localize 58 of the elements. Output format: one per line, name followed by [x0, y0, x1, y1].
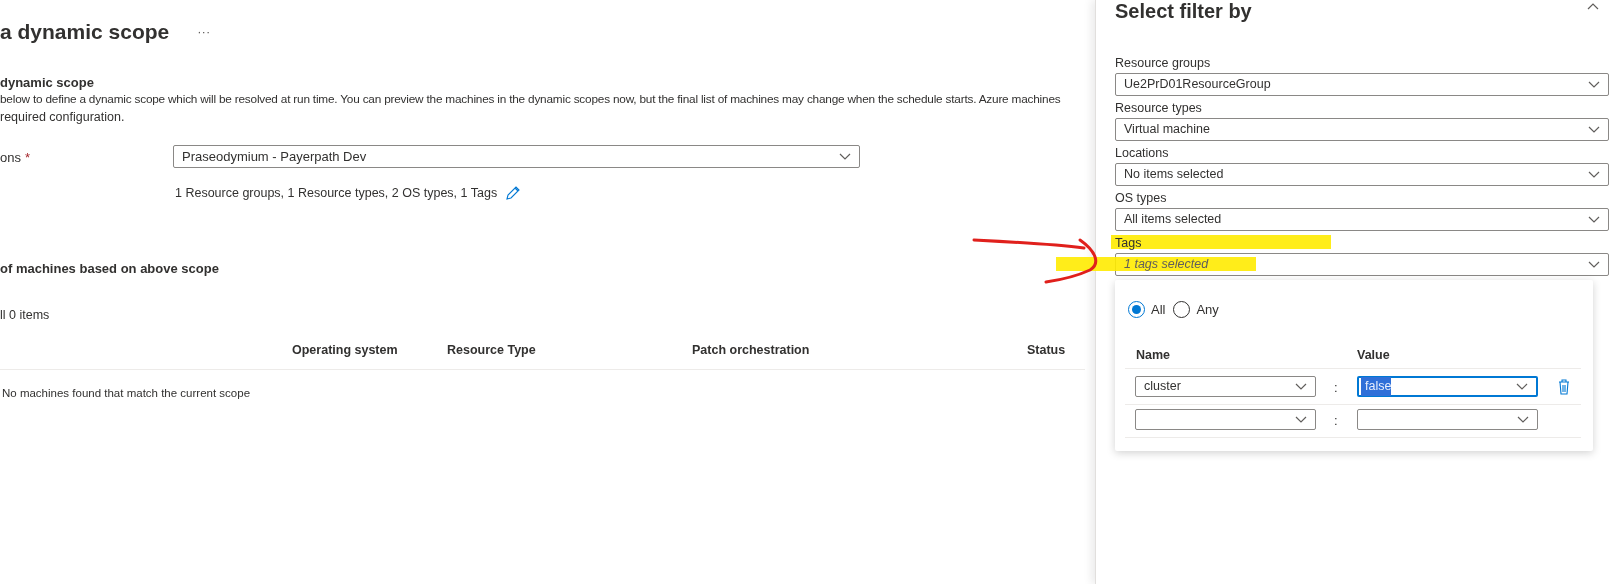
description-text: below to define a dynamic scope which will be resolved at run time. You can preview the machines in the dynamic scopes now, but the final list of machines may change when the schedule starts. Azure machines — [0, 91, 1061, 108]
filter-dropdown[interactable]: Virtual machine — [1115, 118, 1609, 141]
chevron-down-icon — [1295, 415, 1307, 424]
column-header: Name — [1136, 347, 1171, 364]
pencil-icon[interactable] — [505, 185, 522, 202]
trash-icon[interactable] — [1558, 379, 1570, 395]
filter-summary: 1 Resource groups, 1 Resource types, 2 OS types, 1 Tags — [175, 185, 498, 202]
tag-value-dropdown[interactable] — [1357, 409, 1538, 430]
chevron-down-icon — [1588, 260, 1600, 269]
section-heading: dynamic scope — [0, 74, 94, 92]
filter-label: Tags — [1115, 234, 1142, 252]
dropdown-value: No items selected — [1124, 166, 1224, 184]
page-title: a dynamic scope — [0, 19, 170, 45]
column-header: Patch orchestration — [692, 342, 810, 359]
chevron-down-icon — [1588, 215, 1600, 224]
section-heading: of machines based on above scope — [0, 260, 219, 278]
dropdown-value: 1 tags selected — [1124, 256, 1209, 274]
filter-dropdown[interactable]: Ue2PrD01ResourceGroup — [1115, 73, 1609, 96]
subscription-dropdown[interactable]: Praseodymium - Payerpath Dev — [173, 145, 860, 168]
radio-option[interactable]: Any — [1173, 300, 1219, 320]
field-label: ons — [0, 149, 21, 167]
column-header: Resource Type — [447, 342, 536, 359]
required-mark: * — [24, 149, 31, 167]
separator-text: : — [1334, 412, 1338, 430]
filter-label: OS types — [1115, 189, 1167, 207]
item-count: ll 0 items — [0, 307, 50, 324]
column-header: Operating system — [292, 342, 398, 359]
column-header: Status — [1027, 342, 1066, 359]
more-button[interactable]: ··· — [193, 22, 215, 42]
chevron-down-icon — [839, 152, 851, 161]
separator-text: : — [1334, 379, 1338, 397]
description-text: required configuration. — [0, 109, 125, 126]
chevron-down-icon — [1588, 125, 1600, 134]
filter-label: Resource groups — [1115, 54, 1211, 72]
dropdown-value: Virtual machine — [1124, 121, 1210, 139]
chevron-down-icon — [1588, 80, 1600, 89]
filter-dropdown[interactable]: All items selected — [1115, 208, 1609, 231]
chevron-down-icon — [1295, 382, 1307, 391]
tag-value-dropdown[interactable]: false — [1357, 376, 1538, 397]
tag-name-dropdown[interactable]: cluster — [1135, 376, 1316, 397]
chevron-down-icon — [1517, 415, 1529, 424]
dropdown-value: false — [1361, 377, 1392, 396]
dropdown-value: Praseodymium - Payerpath Dev — [182, 147, 367, 166]
dropdown-value: All items selected — [1124, 211, 1222, 229]
filter-label: Resource types — [1115, 99, 1202, 117]
filter-label: Locations — [1115, 144, 1169, 162]
chevron-down-icon — [1588, 170, 1600, 179]
chevron-down-icon — [1516, 382, 1528, 391]
panel-title: Select filter by — [1115, 0, 1252, 22]
dropdown-value: cluster — [1144, 378, 1181, 396]
close-icon[interactable] — [1587, 2, 1599, 10]
filter-dropdown[interactable]: No items selected — [1115, 163, 1609, 186]
tag-name-dropdown[interactable] — [1135, 409, 1316, 430]
dropdown-value: Ue2PrD01ResourceGroup — [1124, 76, 1271, 94]
radio-option[interactable]: All — [1128, 300, 1166, 320]
filter-dropdown[interactable]: 1 tags selected — [1115, 253, 1609, 276]
empty-message: No machines found that match the current scope — [2, 386, 251, 401]
column-header: Value — [1357, 347, 1390, 364]
